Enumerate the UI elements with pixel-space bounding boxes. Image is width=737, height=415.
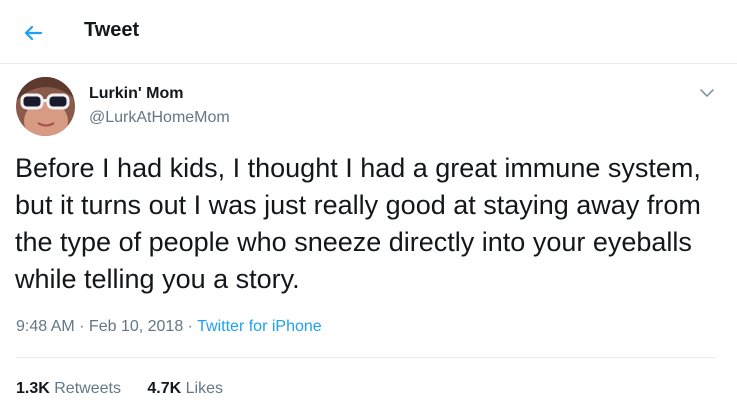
tweet-stats: 1.3K Retweets 4.7K Likes	[16, 380, 245, 398]
avatar[interactable]	[16, 77, 75, 136]
author-name[interactable]: Lurkin' Mom	[89, 85, 183, 103]
author-handle[interactable]: @LurkAtHomeMom	[89, 109, 230, 127]
meta-separator: ·	[183, 318, 198, 335]
retweets-label: Retweets	[49, 380, 121, 397]
tweet-text: Before I had kids, I thought I had a gre…	[15, 153, 701, 294]
likes-count: 4.7K	[147, 380, 182, 397]
arrow-left-icon[interactable]	[20, 20, 46, 46]
likes-label: Likes	[181, 380, 223, 397]
meta-separator: ·	[74, 318, 89, 335]
retweets-stat[interactable]: 1.3K Retweets	[16, 380, 121, 398]
tweet-meta: 9:48 AM · Feb 10, 2018 · Twitter for iPh…	[16, 318, 322, 336]
tweet-source-link[interactable]: Twitter for iPhone	[197, 318, 322, 335]
divider	[16, 357, 716, 358]
page-title: Tweet	[84, 19, 140, 41]
tweet-header: Tweet	[0, 0, 737, 64]
tweet-date[interactable]: Feb 10, 2018	[89, 318, 183, 335]
likes-stat[interactable]: 4.7K Likes	[147, 380, 223, 398]
tweet-time[interactable]: 9:48 AM	[16, 318, 75, 335]
chevron-down-icon[interactable]	[697, 83, 717, 103]
retweets-count: 1.3K	[16, 380, 50, 397]
